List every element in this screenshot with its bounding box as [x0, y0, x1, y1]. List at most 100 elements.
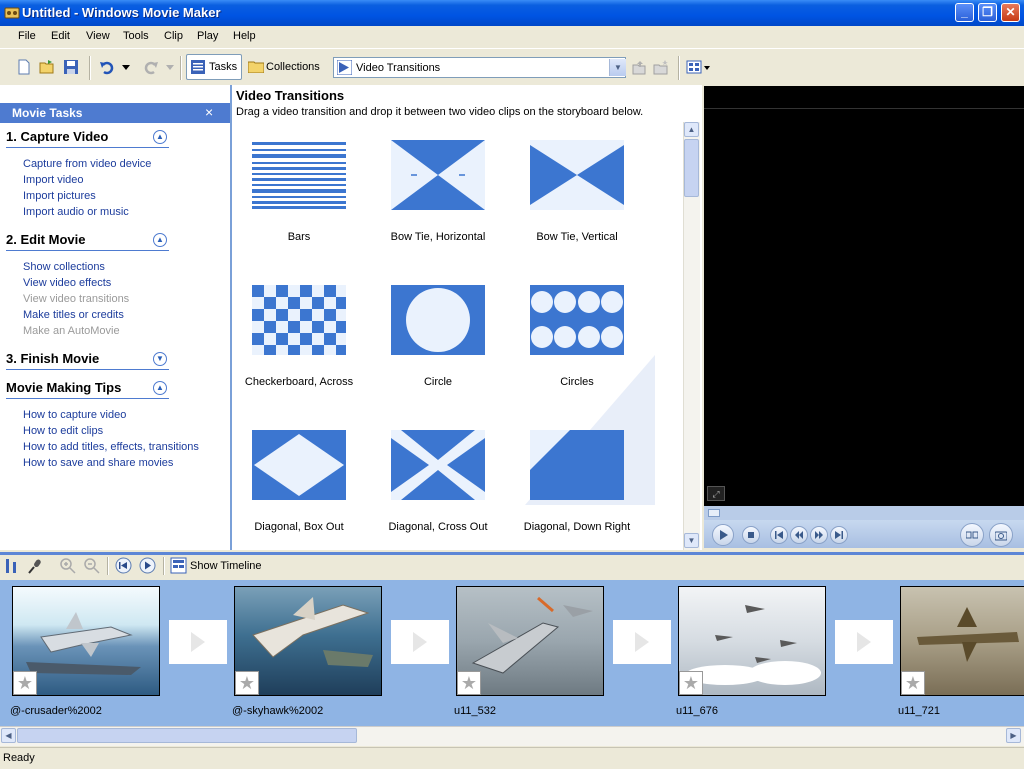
play-button[interactable]	[712, 524, 734, 546]
task-view-video-transitions: View video transitions	[23, 293, 130, 305]
redo-icon[interactable]	[143, 59, 159, 75]
redo-dropdown-icon[interactable]	[166, 65, 174, 70]
status-bar: Ready	[0, 747, 1024, 769]
transition-diagonal-cross-out-thumbnail[interactable]	[391, 430, 485, 500]
tasks-button[interactable]: Tasks	[186, 54, 242, 80]
tip-edit-clips[interactable]: How to edit clips	[23, 425, 103, 437]
task-view-video-effects[interactable]: View video effects	[23, 277, 111, 289]
views-dropdown-icon[interactable]	[704, 66, 710, 70]
task-show-collections[interactable]: Show collections	[23, 261, 105, 273]
views-icon[interactable]	[686, 59, 702, 75]
monitor-divider	[704, 108, 1024, 109]
task-import-video[interactable]: Import video	[23, 174, 84, 186]
section-movie-making-tips[interactable]: Movie Making Tips	[6, 380, 121, 395]
undo-icon[interactable]	[99, 59, 115, 75]
storyboard-clip[interactable]: ★	[12, 586, 160, 696]
scroll-thumb[interactable]	[684, 139, 699, 197]
rewind-storyboard-icon[interactable]	[115, 557, 132, 574]
clip-effect-star-icon[interactable]: ★	[901, 671, 925, 695]
storyboard-clip[interactable]: ★	[900, 586, 1024, 696]
narrate-microphone-icon[interactable]	[27, 558, 43, 574]
clip-effect-star-icon[interactable]: ★	[235, 671, 259, 695]
storyboard-clip[interactable]: ★	[456, 586, 604, 696]
movie-maker-app-icon[interactable]	[4, 5, 20, 21]
transition-bars-thumbnail[interactable]	[252, 140, 346, 210]
collapse-tips-icon[interactable]: ▲	[153, 381, 167, 395]
forward-button[interactable]	[810, 526, 828, 544]
menu-view[interactable]: View	[86, 30, 110, 42]
transition-diagonal-down-right-thumbnail[interactable]	[530, 430, 624, 500]
close-button[interactable]: ✕	[1001, 3, 1020, 22]
stop-button[interactable]	[742, 526, 760, 544]
scroll-up-button[interactable]: ▲	[684, 122, 699, 137]
new-project-icon[interactable]	[16, 59, 32, 75]
transition-checkerboard-across-thumbnail[interactable]	[252, 285, 346, 355]
maximize-button[interactable]: ❐	[978, 3, 997, 22]
task-capture-from-device[interactable]: Capture from video device	[23, 158, 151, 170]
storyboard-transition-slot[interactable]	[613, 620, 671, 664]
transition-checkerboard-across-label: Checkerboard, Across	[244, 376, 354, 388]
close-task-pane-icon[interactable]: ×	[205, 104, 213, 120]
split-clip-icon[interactable]: ⤢	[707, 486, 725, 501]
new-collection-folder-icon[interactable]	[653, 59, 669, 75]
seek-thumb[interactable]	[708, 509, 720, 517]
menu-help[interactable]: Help	[233, 30, 256, 42]
location-dropdown-arrow[interactable]: ▼	[609, 59, 626, 76]
menu-tools[interactable]: Tools	[123, 30, 149, 42]
tip-add-titles[interactable]: How to add titles, effects, transitions	[23, 441, 199, 453]
transition-bow-tie-vertical-thumbnail[interactable]	[530, 140, 624, 210]
storyboard-clip[interactable]: ★	[234, 586, 382, 696]
menu-edit[interactable]: Edit	[51, 30, 70, 42]
location-dropdown[interactable]: Video Transitions ▼	[333, 57, 626, 78]
transition-diagonal-box-out-thumbnail[interactable]	[252, 430, 346, 500]
collections-button[interactable]: Collections	[246, 54, 326, 80]
up-one-level-icon[interactable]	[631, 59, 647, 75]
clip-effect-star-icon[interactable]: ★	[679, 671, 703, 695]
split-button[interactable]	[960, 523, 984, 547]
undo-dropdown-icon[interactable]	[122, 65, 130, 70]
rewind-button[interactable]	[790, 526, 808, 544]
scroll-left-button[interactable]: ◀	[1, 728, 16, 743]
collapse-edit-movie-icon[interactable]: ▲	[153, 233, 167, 247]
zoom-out-icon[interactable]	[84, 558, 100, 574]
collapse-capture-video-icon[interactable]: ▲	[153, 130, 167, 144]
section-finish-movie[interactable]: 3. Finish Movie	[6, 351, 99, 366]
task-make-titles[interactable]: Make titles or credits	[23, 309, 124, 321]
play-storyboard-icon[interactable]	[139, 557, 156, 574]
clip-effect-star-icon[interactable]: ★	[457, 671, 481, 695]
task-import-audio[interactable]: Import audio or music	[23, 206, 129, 218]
tip-save-share[interactable]: How to save and share movies	[23, 457, 173, 469]
menu-file[interactable]: File	[18, 30, 36, 42]
storyboard-transition-slot[interactable]	[835, 620, 893, 664]
next-frame-button[interactable]	[830, 526, 848, 544]
storyboard-clip[interactable]: ★	[678, 586, 826, 696]
scroll-down-button[interactable]: ▼	[684, 533, 699, 548]
transition-bow-tie-horizontal-thumbnail[interactable]	[391, 140, 485, 210]
take-picture-button[interactable]	[989, 523, 1013, 547]
previous-frame-button[interactable]	[770, 526, 788, 544]
show-timeline-icon[interactable]	[170, 557, 187, 574]
storyboard-transition-slot[interactable]	[391, 620, 449, 664]
expand-finish-movie-icon[interactable]: ▼	[153, 352, 167, 366]
content-vertical-scrollbar[interactable]: ▲ ▼	[683, 122, 700, 550]
section-edit-movie[interactable]: 2. Edit Movie	[6, 232, 85, 247]
section-capture-video[interactable]: 1. Capture Video	[6, 129, 108, 144]
transition-circle-thumbnail[interactable]	[391, 285, 485, 355]
scroll-right-button[interactable]: ▶	[1006, 728, 1021, 743]
menu-clip[interactable]: Clip	[164, 30, 183, 42]
storyboard-transition-slot[interactable]	[169, 620, 227, 664]
save-project-icon[interactable]	[63, 59, 79, 75]
show-timeline-button[interactable]: Show Timeline	[190, 560, 262, 572]
set-audio-levels-icon[interactable]	[4, 558, 18, 574]
transition-circles-thumbnail[interactable]	[530, 285, 624, 355]
zoom-in-icon[interactable]	[60, 558, 76, 574]
horizontal-scroll-thumb[interactable]	[17, 728, 357, 743]
minimize-button[interactable]: _	[955, 3, 974, 22]
tip-capture-video[interactable]: How to capture video	[23, 409, 126, 421]
task-import-pictures[interactable]: Import pictures	[23, 190, 96, 202]
menu-play[interactable]: Play	[197, 30, 218, 42]
storyboard-horizontal-scrollbar[interactable]: ◀ ▶	[0, 726, 1024, 746]
seek-bar[interactable]	[704, 506, 1024, 520]
open-project-icon[interactable]	[39, 59, 55, 75]
clip-effect-star-icon[interactable]: ★	[13, 671, 37, 695]
